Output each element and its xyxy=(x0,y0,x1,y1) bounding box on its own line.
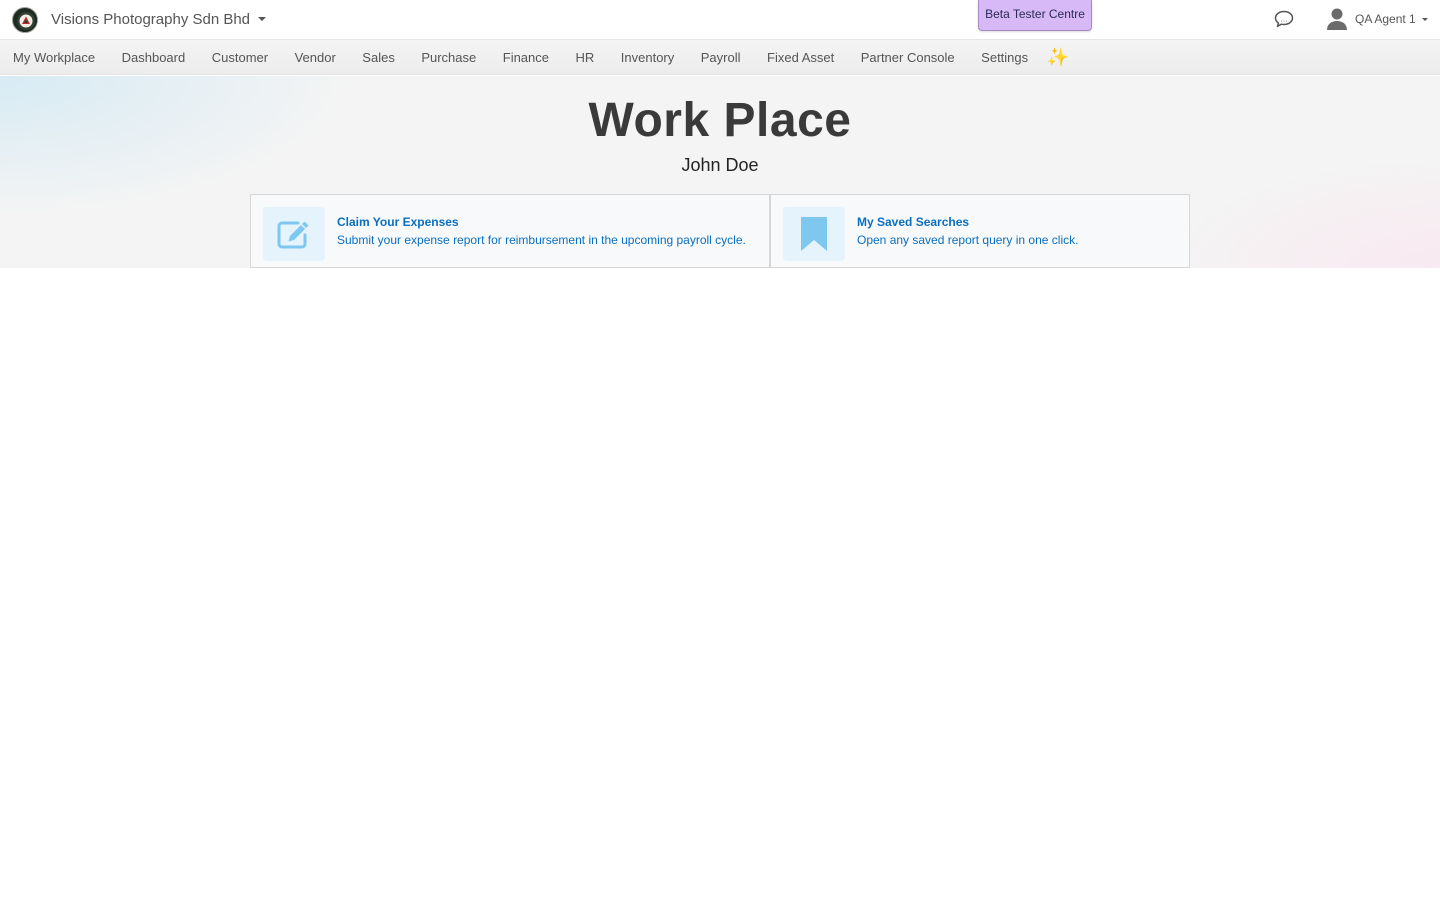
company-switcher[interactable]: Visions Photography Sdn Bhd xyxy=(51,11,267,28)
nav-item-payroll[interactable]: Payroll xyxy=(701,50,741,65)
workplace-hero: Work Place John Doe Claim Your Expenses … xyxy=(0,76,1440,268)
main-nav: My Workplace Dashboard Customer Vendor S… xyxy=(0,40,1440,75)
nav-item-fixed-asset[interactable]: Fixed Asset xyxy=(767,50,834,65)
chevron-down-icon xyxy=(1421,17,1428,21)
bookmark-icon xyxy=(801,217,827,251)
card-description: Open any saved report query in one click… xyxy=(857,233,1079,247)
saved-searches-card[interactable]: My Saved Searches Open any saved report … xyxy=(770,194,1190,268)
card-title[interactable]: Claim Your Expenses xyxy=(337,215,459,229)
chevron-down-icon xyxy=(258,17,267,21)
claim-expenses-card[interactable]: Claim Your Expenses Submit your expense … xyxy=(250,194,770,268)
company-logo[interactable] xyxy=(12,7,38,33)
user-name: QA Agent 1 xyxy=(1355,12,1416,26)
beta-tester-centre-button[interactable]: Beta Tester Centre xyxy=(978,0,1092,31)
card-title[interactable]: My Saved Searches xyxy=(857,215,969,229)
nav-item-purchase[interactable]: Purchase xyxy=(421,50,476,65)
svg-text:…: … xyxy=(1280,15,1288,24)
nav-item-my-workplace[interactable]: My Workplace xyxy=(13,50,95,65)
user-icon xyxy=(1327,8,1347,30)
card-description: Submit your expense report for reimburse… xyxy=(337,233,746,247)
user-fullname: John Doe xyxy=(681,155,759,175)
nav-item-dashboard[interactable]: Dashboard xyxy=(122,50,186,65)
card-icon-box xyxy=(783,207,845,261)
company-name: Visions Photography Sdn Bhd xyxy=(51,11,251,28)
nav-item-hr[interactable]: HR xyxy=(576,50,595,65)
nav-item-settings[interactable]: Settings xyxy=(981,50,1028,65)
sparkle-icon[interactable]: ✨ xyxy=(1047,47,1069,68)
nav-item-vendor[interactable]: Vendor xyxy=(295,50,336,65)
nav-item-partner-console[interactable]: Partner Console xyxy=(861,50,955,65)
nav-item-customer[interactable]: Customer xyxy=(212,50,268,65)
user-menu[interactable]: QA Agent 1 xyxy=(1326,6,1428,32)
nav-item-sales[interactable]: Sales xyxy=(362,50,395,65)
nav-item-inventory[interactable]: Inventory xyxy=(621,50,674,65)
chat-bubble-icon[interactable]: … xyxy=(1273,9,1295,29)
page-title: Work Place xyxy=(588,94,852,147)
top-bar: Visions Photography Sdn Bhd Beta Tester … xyxy=(0,0,1440,40)
edit-icon xyxy=(277,221,309,249)
card-icon-box xyxy=(263,207,325,261)
nav-item-finance[interactable]: Finance xyxy=(503,50,549,65)
